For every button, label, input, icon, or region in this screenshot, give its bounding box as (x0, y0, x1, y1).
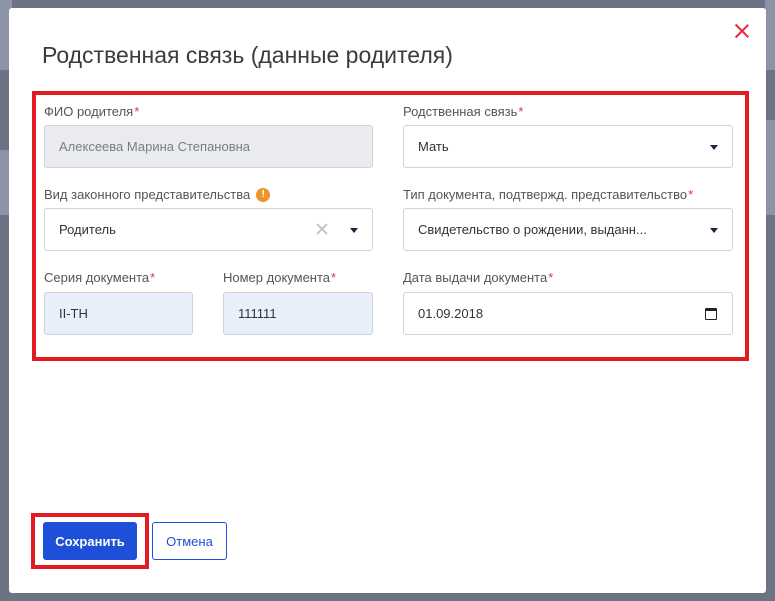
relation-dialog: Родственная связь (данные родителя) ФИО … (9, 8, 766, 593)
dialog-title: Родственная связь (данные родителя) (42, 42, 453, 68)
save-button[interactable]: Сохранить (43, 522, 137, 560)
close-icon[interactable] (734, 23, 750, 39)
background-panel (765, 0, 775, 70)
background-panel (765, 120, 775, 215)
form-highlight-frame (32, 91, 749, 361)
cancel-button[interactable]: Отмена (152, 522, 227, 560)
